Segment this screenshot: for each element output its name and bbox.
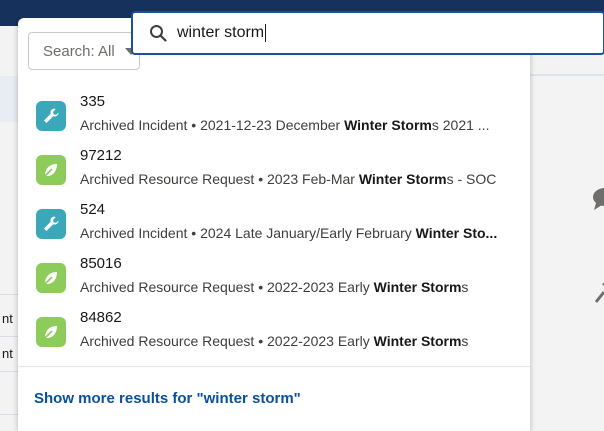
result-title: 84862 (80, 309, 122, 326)
background-right-panel (530, 26, 604, 431)
leaf-icon (36, 317, 66, 347)
wrench-icon (36, 209, 66, 239)
result-detail: 2024 Late January/Early February (200, 225, 416, 241)
search-result-item[interactable]: 85016 Archived Resource Request • 2022-20… (18, 250, 530, 304)
result-subtitle: Archived Incident • 2024 Late January/Ea… (80, 225, 528, 241)
result-detail-rest: s - SOC (446, 171, 497, 187)
result-separator: • (254, 333, 267, 349)
chat-icon[interactable] (592, 186, 604, 219)
search-query-text: winter storm (177, 24, 265, 42)
background-cell-text: nt (2, 311, 13, 326)
results-divider (18, 366, 530, 367)
search-icon (150, 25, 167, 42)
result-detail-rest: s (461, 279, 469, 295)
result-type: Archived Resource Request (80, 279, 255, 295)
search-result-item[interactable]: 84862 Archived Resource Request • 2022-20… (18, 304, 530, 358)
result-detail-rest: s (461, 333, 469, 349)
result-detail: 2023 Feb-Mar (267, 171, 359, 187)
background-cell-text: nt (2, 346, 13, 361)
global-search-input[interactable]: winter storm (131, 11, 604, 55)
result-subtitle: Archived Resource Request • 2023 Feb-Mar… (80, 171, 528, 187)
result-title: 97212 (80, 147, 122, 164)
wrench-icon (36, 101, 66, 131)
result-detail: 2022-2023 Early (267, 279, 374, 295)
result-type: Archived Incident (80, 117, 188, 133)
result-type: Archived Incident (80, 225, 188, 241)
result-type: Archived Resource Request (80, 333, 255, 349)
result-title: 335 (80, 93, 106, 110)
search-scope-selector[interactable]: Search: All (28, 32, 140, 70)
result-title: 85016 (80, 255, 122, 272)
result-detail-rest: s 2021 ... (431, 117, 490, 133)
search-scope-label: Search: All (43, 42, 115, 60)
result-highlight: Winter Storm (358, 171, 447, 187)
result-separator: • (254, 279, 267, 295)
leaf-icon (36, 263, 66, 293)
pin-icon[interactable] (592, 274, 604, 311)
search-results-dropdown: Search: All 335 Archived Incident • 2021-… (18, 18, 530, 431)
search-result-item[interactable]: 97212 Archived Resource Request • 2023 Fe… (18, 142, 530, 196)
leaf-icon (36, 155, 66, 185)
result-highlight: Winter Storm (373, 279, 462, 295)
result-title: 524 (80, 201, 106, 218)
result-type: Archived Resource Request (80, 171, 255, 187)
result-detail: 2021-12-23 December (200, 117, 345, 133)
result-separator: • (187, 117, 201, 133)
result-separator: • (187, 225, 201, 241)
result-detail: 2022-2023 Early (267, 333, 374, 349)
background-divider (530, 74, 604, 76)
result-subtitle: Archived Incident • 2021-12-23 December … (80, 117, 528, 133)
show-more-results-link[interactable]: Show more results for "winter storm" (34, 390, 301, 407)
result-separator: • (254, 171, 267, 187)
result-subtitle: Archived Resource Request • 2022-2023 Ea… (80, 279, 528, 295)
result-highlight: Winter Storm (344, 117, 432, 133)
text-cursor (265, 23, 267, 42)
result-highlight: Winter Storm (373, 333, 462, 349)
search-result-item[interactable]: 335 Archived Incident • 2021-12-23 Decemb… (18, 88, 530, 142)
search-result-item[interactable]: 524 Archived Incident • 2024 Late January… (18, 196, 530, 250)
result-highlight: Winter Sto... (415, 225, 498, 241)
result-subtitle: Archived Resource Request • 2022-2023 Ea… (80, 333, 528, 349)
